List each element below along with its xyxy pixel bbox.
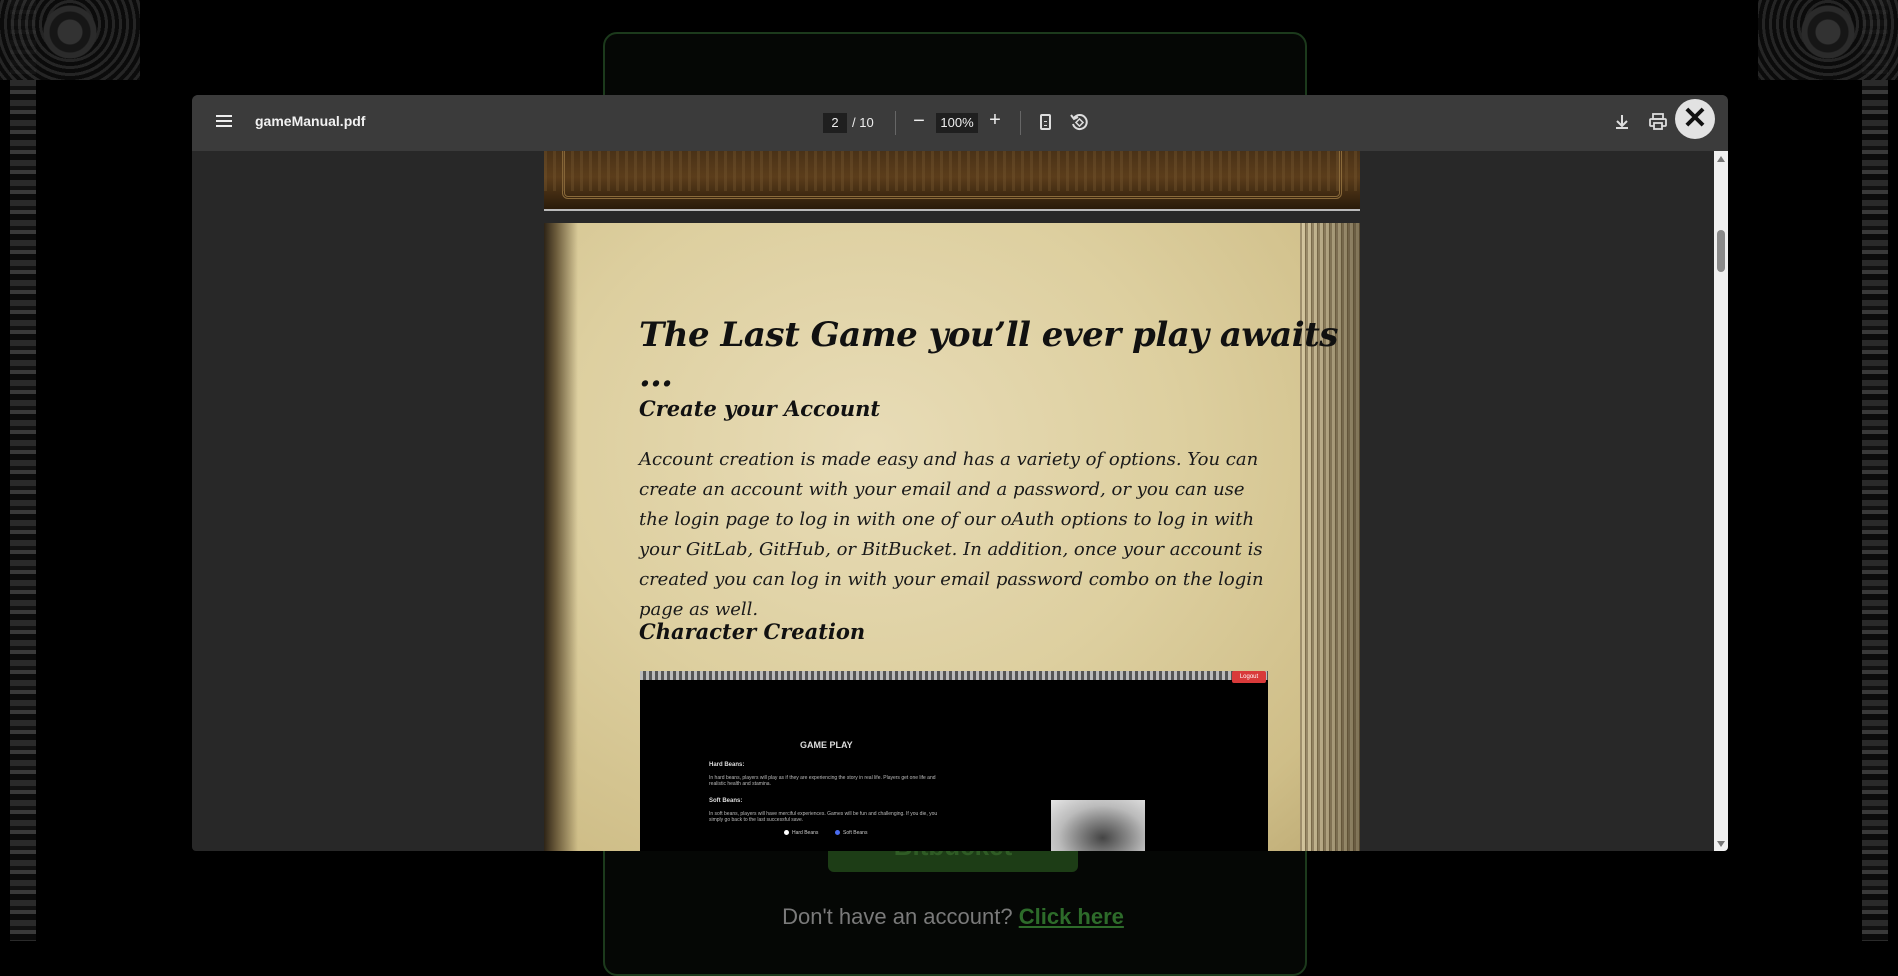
signup-link[interactable]: Click here <box>1019 904 1124 929</box>
scroll-up-arrow-icon[interactable] <box>1717 156 1725 162</box>
download-icon[interactable] <box>1612 112 1632 132</box>
section-heading-account: Create your Account <box>639 396 881 421</box>
border-ornament-right <box>1862 0 1888 941</box>
screenshot-hard-heading: Hard Beans: <box>709 762 745 768</box>
pdf-page: The Last Game you’ll ever play awaits … … <box>544 223 1360 851</box>
scroll-down-arrow-icon[interactable] <box>1717 841 1725 847</box>
embedded-screenshot: Logout GAME PLAY Hard Beans: In hard bea… <box>640 671 1268 851</box>
screenshot-hard-text: In hard beans, players will play as if t… <box>709 775 936 787</box>
border-ornament-left <box>10 0 36 941</box>
screenshot-soft-heading: Soft Beans: <box>709 798 743 804</box>
toolbar-divider <box>895 111 896 135</box>
zoom-out-button[interactable]: − <box>907 109 931 133</box>
screenshot-radio-soft: Soft Beans <box>835 830 867 836</box>
corner-ornament-right <box>1758 0 1898 80</box>
section-heading-character: Character Creation <box>639 619 866 644</box>
screenshot-radio-soft-label: Soft Beans <box>843 830 868 836</box>
toolbar-divider <box>1020 111 1021 135</box>
zoom-in-button[interactable]: + <box>983 108 1007 132</box>
page-shadow <box>544 223 578 851</box>
previous-page-preview <box>544 151 1360 211</box>
document-title: gameManual.pdf <box>255 113 366 129</box>
screenshot-title: GAME PLAY <box>800 740 853 750</box>
screenshot-border <box>640 671 1268 680</box>
page-title: The Last Game you’ll ever play awaits … <box>639 315 1338 395</box>
section-body-account: Account creation is made easy and has a … <box>639 449 1264 620</box>
screenshot-character-portrait <box>1051 800 1145 851</box>
screenshot-radio-hard: Hard Beans <box>784 830 818 836</box>
signup-prompt: Don't have an account? Click here <box>603 904 1303 930</box>
screenshot-radio-hard-label: Hard Beans <box>792 830 819 836</box>
scrollbar[interactable] <box>1714 151 1728 851</box>
scrollbar-thumb[interactable] <box>1717 230 1725 272</box>
pdf-toolbar: gameManual.pdf 2 / 10 − 100% + ✕ <box>192 95 1728 151</box>
page-number-input[interactable]: 2 <box>823 113 847 133</box>
close-button[interactable]: ✕ <box>1675 99 1715 139</box>
zoom-level-input[interactable]: 100% <box>936 113 978 133</box>
pdf-content-area[interactable]: The Last Game you’ll ever play awaits … … <box>192 151 1728 851</box>
print-icon[interactable] <box>1648 112 1668 132</box>
fit-page-icon[interactable] <box>1040 114 1051 130</box>
signup-prompt-text: Don't have an account? <box>782 904 1013 929</box>
corner-ornament-left <box>0 0 140 80</box>
menu-icon[interactable] <box>216 115 232 127</box>
screenshot-soft-text: In soft beans, players will have mercifu… <box>709 811 938 823</box>
pdf-viewer: gameManual.pdf 2 / 10 − 100% + ✕ The Las… <box>192 95 1728 851</box>
screenshot-logout-button: Logout <box>1232 671 1266 683</box>
page-total: / 10 <box>852 115 874 130</box>
rotate-icon[interactable] <box>1069 112 1089 132</box>
